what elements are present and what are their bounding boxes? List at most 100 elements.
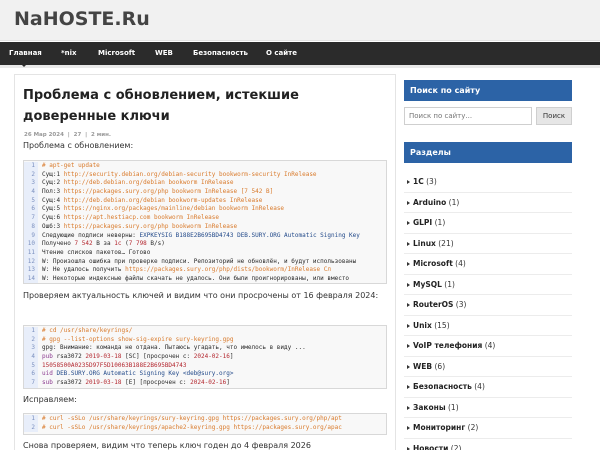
category-item[interactable]: 1С (3) xyxy=(404,172,572,193)
code-token: W: Некоторые индексные файлы скачать не … xyxy=(42,274,350,282)
nav-item-home[interactable]: Главная xyxy=(9,49,42,57)
line-number: 4 xyxy=(24,353,38,362)
category-item[interactable]: WEB (6) xyxy=(404,357,572,377)
code-token: 1с xyxy=(114,240,122,248)
category-link[interactable]: GLPI (1) xyxy=(413,218,445,227)
code-token: B/s) xyxy=(146,240,165,248)
category-link[interactable]: 1С (3) xyxy=(413,177,437,186)
category-count: (3) xyxy=(453,300,467,309)
nav-item-nix[interactable]: *nix xyxy=(61,49,77,57)
code-token: http://deb.debian.org/debian bookworm In… xyxy=(63,179,234,187)
code-line: 4 pub rsa3072 2019-03-18 [SC] [просрочен … xyxy=(24,353,386,362)
category-count: (15) xyxy=(431,320,450,330)
category-link[interactable]: Arduino (1) xyxy=(413,198,459,207)
caret-right-icon xyxy=(407,282,410,287)
post-title[interactable]: Проблема с обновлением, истекшие доверен… xyxy=(23,85,383,127)
category-count: (4) xyxy=(471,382,485,391)
code-line: 5 Сущ:4 http://deb.debian.org/debian book… xyxy=(24,196,386,206)
nav-item-microsoft[interactable]: Microsoft xyxy=(98,49,135,57)
category-link[interactable]: Новости (2) xyxy=(413,444,461,450)
category-link[interactable]: MySQL (1) xyxy=(413,280,455,289)
category-name: Мониторинг xyxy=(413,423,466,432)
category-name: Microsoft xyxy=(413,259,453,268)
category-link[interactable]: Microsoft (4) xyxy=(413,259,466,268)
post-meta: 26 Мар 2024 | 27 | 2 мин. xyxy=(24,132,111,138)
category-name: Unix xyxy=(413,320,432,330)
code-token: 2019-03-18 xyxy=(85,353,126,361)
code-token: [E] [просрочен с: xyxy=(125,379,191,387)
search-input[interactable] xyxy=(404,107,532,125)
category-link[interactable]: Linux (21) xyxy=(413,239,454,248)
line-number: 1 xyxy=(24,415,38,424)
code-token: Чтение списков пакетов… Готово xyxy=(42,248,151,256)
code-token: Сущ:1 xyxy=(42,170,64,178)
code-text: Получено 7 542 B за 1с (7 798 B/s) xyxy=(42,240,165,249)
code-block-curl-fix[interactable]: 1 # curl -sSLo /usr/share/keyrings/sury-k… xyxy=(23,413,387,435)
code-token: uid xyxy=(42,370,57,378)
category-link[interactable]: RouterOS (3) xyxy=(413,300,466,309)
code-line: 3 gpg: Внимание: команда не отдана. Пытаю… xyxy=(24,344,386,354)
category-item[interactable]: Arduino (1) xyxy=(404,193,572,213)
category-name: Arduino xyxy=(413,197,447,207)
category-count: (3) xyxy=(423,177,437,186)
category-item[interactable]: GLPI (1) xyxy=(404,213,572,234)
code-token: https://apt.hestiacp.com bookworm InRele… xyxy=(63,214,220,222)
category-item[interactable]: RouterOS (3) xyxy=(404,295,572,316)
category-item[interactable]: Microsoft (4) xyxy=(404,254,572,275)
post-views: 27 xyxy=(73,132,82,138)
category-item[interactable]: Linux (21) xyxy=(404,234,572,254)
caret-right-icon xyxy=(407,221,410,225)
category-link[interactable]: WEB (6) xyxy=(413,362,445,371)
category-link[interactable]: VoIP телефония (4) xyxy=(413,341,495,350)
category-name: WEB xyxy=(413,361,433,371)
category-link[interactable]: Unix (15) xyxy=(413,321,450,330)
code-text: # cd /usr/share/keyrings/ xyxy=(42,327,132,336)
category-count: (2) xyxy=(448,443,462,450)
nav-item-web[interactable]: WEB xyxy=(155,49,173,57)
category-item[interactable]: Законы (1) xyxy=(404,398,572,418)
code-line: 13 W: Не удалось получить https://package… xyxy=(24,266,386,275)
code-text: gpg: Внимание: команда не отдана. Пытаюс… xyxy=(42,344,306,353)
caret-right-icon xyxy=(407,385,410,389)
code-line: 11 Чтение списков пакетов… Готово xyxy=(24,248,386,258)
code-token: 7 542 xyxy=(74,240,93,248)
nav-item-about[interactable]: О сайте xyxy=(266,49,297,57)
search-button[interactable]: Поиск xyxy=(536,107,572,125)
code-token: W: Произошла ошибка при проверке подписи… xyxy=(42,257,357,265)
code-token: Ошб:3 xyxy=(42,222,64,230)
code-text: # gpg --list-options show-sig-expire sur… xyxy=(42,336,233,345)
category-item[interactable]: Мониторинг (2) xyxy=(404,418,572,439)
code-token: Сущ:2 xyxy=(42,179,64,187)
caret-right-icon xyxy=(407,180,410,184)
code-token: ( xyxy=(121,240,129,248)
code-token: ] xyxy=(226,379,230,387)
category-link[interactable]: Безопасность (4) xyxy=(413,382,485,391)
category-link[interactable]: Мониторинг (2) xyxy=(413,423,478,432)
code-token: 7 798 xyxy=(128,240,147,248)
meta-separator: | xyxy=(85,132,88,138)
category-item[interactable]: MySQL (1) xyxy=(404,275,572,295)
nav-item-security[interactable]: Безопасность xyxy=(193,49,248,57)
category-item[interactable]: VoIP телефония (4) xyxy=(404,336,572,357)
code-block-apt-update[interactable]: 1 # apt-get update 2 Сущ:1 http://security.… xyxy=(23,160,387,284)
caret-right-icon xyxy=(407,323,410,328)
category-link[interactable]: Законы (1) xyxy=(413,403,459,412)
code-token: 15058500A0235D97F5D10063B188E2B695BD4743 xyxy=(42,361,187,369)
category-item[interactable]: Unix (15) xyxy=(404,316,572,336)
code-line: 8 Ошб:3 https://packages.sury.org/php boo… xyxy=(24,222,386,232)
line-number: 11 xyxy=(24,248,38,258)
code-line: 2 # curl -sSLo /usr/share/keyrings/apache… xyxy=(24,423,386,433)
site-title[interactable]: NaHOSTE.Ru xyxy=(14,8,150,30)
category-count: (1) xyxy=(446,197,460,207)
main-navigation: Главная *nix Microsoft WEB Безопасность … xyxy=(0,42,600,65)
code-block-gpg-list[interactable]: 1 # cd /usr/share/keyrings/2 # gpg --list-… xyxy=(23,325,387,389)
caret-right-icon xyxy=(407,200,410,205)
line-number: 7 xyxy=(24,214,38,223)
caret-right-icon xyxy=(407,405,410,410)
line-number: 6 xyxy=(24,205,38,215)
category-item[interactable]: Новости (2) xyxy=(404,439,572,450)
category-count: (1) xyxy=(445,402,459,412)
code-text: # curl -sSLo /usr/share/keyrings/sury-ke… xyxy=(42,415,342,424)
category-name: RouterOS xyxy=(413,300,454,309)
category-item[interactable]: Безопасность (4) xyxy=(404,377,572,398)
